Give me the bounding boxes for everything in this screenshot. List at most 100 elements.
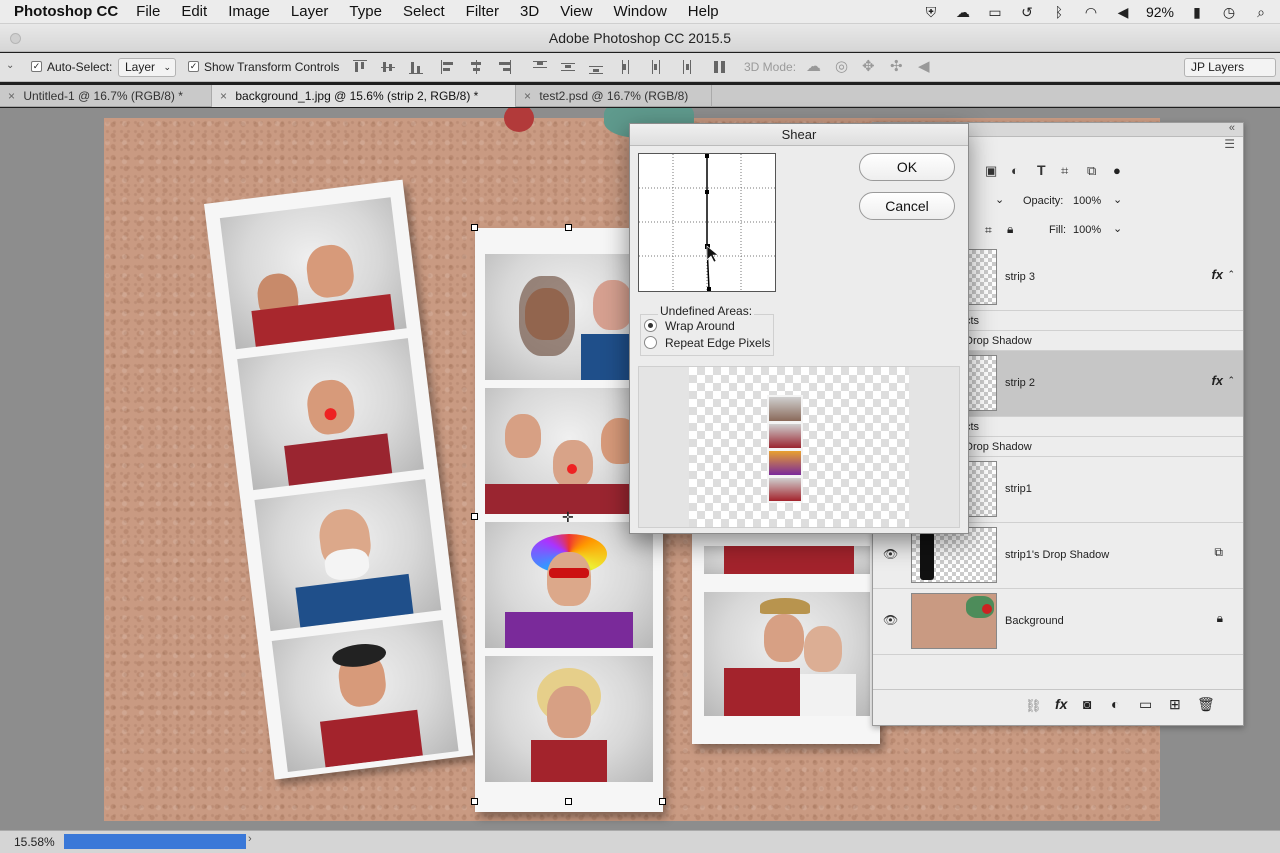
layer-row-background[interactable]: 👁︎ Background 🔒︎ [873,589,1243,655]
layer-name[interactable]: strip1's Drop Shadow [1005,549,1109,561]
fx-icon[interactable]: fx [1211,267,1223,282]
collapse-icon[interactable]: « [1229,122,1235,134]
layer-name[interactable]: strip 3 [1005,271,1035,283]
close-icon[interactable]: × [524,85,536,107]
wrap-around-label[interactable]: Wrap Around [665,319,735,333]
fx-icon[interactable]: fx [1211,373,1223,388]
workspace-switcher[interactable]: JP Layers [1184,58,1276,77]
menu-3d[interactable]: 3D [520,3,539,20]
transform-handle-br[interactable] [659,798,666,805]
app-menu[interactable]: Photoshop CC [14,3,118,20]
chevron-right-icon[interactable]: › [248,833,252,845]
align-bottom-icon[interactable] [408,59,424,75]
blend-mode-chevron-icon[interactable]: ⌄ [995,193,1004,206]
menu-image[interactable]: Image [228,3,270,20]
volume-icon[interactable]: ◀ [1114,4,1132,20]
visibility-eye-icon[interactable]: 👁︎ [883,613,898,627]
adjustment-layer-icon[interactable]: ◐ [1111,696,1119,712]
menu-window[interactable]: Window [613,3,666,20]
clock-icon[interactable]: ◷ [1220,4,1238,20]
align-hcenter-icon[interactable] [468,59,484,75]
align-right-icon[interactable] [496,59,512,75]
fill-value[interactable]: 100% [1073,224,1101,236]
zoom-level[interactable]: 15.58% [14,835,55,849]
photo-strip-1[interactable] [204,179,474,780]
auto-select-dropdown[interactable]: Layer ⌄ [118,58,176,77]
menu-filter[interactable]: Filter [466,3,499,20]
menu-help[interactable]: Help [688,3,719,20]
ok-button[interactable]: OK [859,153,955,181]
cloud-icon[interactable]: ☁ [954,4,972,20]
delete-layer-icon[interactable]: 🗑︎ [1197,696,1215,713]
new-group-icon[interactable]: ▭ [1139,696,1152,713]
shield-icon[interactable]: ⛨ [922,4,940,20]
tab-test2[interactable]: × test2.psd @ 16.7% (RGB/8) [516,85,712,107]
shear-curve-svg[interactable] [639,154,775,291]
menu-edit[interactable]: Edit [181,3,207,20]
bluetooth-icon[interactable]: ᛒ [1050,4,1068,20]
align-left-icon[interactable] [440,59,456,75]
filter-type-icon[interactable]: T [1037,162,1046,178]
distribute-bottom-icon[interactable] [588,59,604,75]
wrap-around-radio[interactable] [644,319,657,332]
new-layer-icon[interactable]: ⊞ [1169,696,1181,713]
distribute-hcenter-icon[interactable] [648,59,664,75]
layer-name[interactable]: strip 2 [1005,377,1035,389]
auto-align-icon[interactable] [712,59,728,75]
battery-icon[interactable]: ▮ [1188,4,1206,20]
chevron-up-icon[interactable]: ⌃ [1227,269,1235,280]
opacity-value[interactable]: 100% [1073,195,1101,207]
transform-center-icon[interactable]: ✛ [562,509,574,526]
fill-chevron-icon[interactable]: ⌄ [1113,222,1122,235]
3d-pan-icon[interactable]: ✥ [862,57,875,75]
3d-orbit-icon[interactable]: ☁ [806,57,821,75]
distribute-right-icon[interactable] [676,59,692,75]
3d-scale-icon[interactable]: ◀ [918,57,930,75]
panel-menu-icon[interactable]: ☰ [1224,137,1235,151]
menu-view[interactable]: View [560,3,592,20]
align-top-icon[interactable] [352,59,368,75]
align-vcenter-icon[interactable] [380,59,396,75]
link-layers-icon[interactable]: ⛓ [1025,698,1042,714]
add-mask-icon[interactable]: ◙ [1083,696,1091,712]
menu-type[interactable]: Type [349,3,382,20]
filter-smart-object-icon[interactable]: ⧉ [1087,163,1096,179]
layer-name[interactable]: strip1 [1005,483,1032,495]
transform-handle-ml[interactable] [471,513,478,520]
close-icon[interactable]: × [8,85,20,107]
add-style-icon[interactable]: fx [1055,696,1067,712]
tab-untitled-1[interactable]: × Untitled-1 @ 16.7% (RGB/8) * [0,85,212,107]
transform-handle-bl[interactable] [471,798,478,805]
wifi-icon[interactable]: ◠ [1082,4,1100,20]
repeat-edge-radio[interactable] [644,336,657,349]
lock-all-icon[interactable]: 🔒︎ [1007,222,1013,237]
layer-name[interactable]: Background [1005,615,1064,627]
opacity-chevron-icon[interactable]: ⌄ [1113,193,1122,206]
transform-handle-bm[interactable] [565,798,572,805]
show-transform-checkbox[interactable]: ✓ [188,61,199,72]
3d-roll-icon[interactable]: ◎ [835,57,848,75]
3d-slide-icon[interactable]: ✣ [890,57,903,75]
menu-layer[interactable]: Layer [291,3,329,20]
chevron-up-icon[interactable]: ⌃ [1227,375,1235,386]
cancel-button[interactable]: Cancel [859,192,955,220]
search-icon[interactable]: ⌕ [1252,4,1270,20]
tool-preset-chevron-icon[interactable]: ⌄ [6,60,14,71]
menu-file[interactable]: File [136,3,160,20]
lock-position-icon[interactable]: ⌗ [985,223,992,238]
visibility-eye-icon[interactable]: 👁︎ [883,547,898,561]
distribute-vcenter-icon[interactable] [560,59,576,75]
filter-adjustment-icon[interactable]: ◐ [1011,163,1019,178]
auto-select-checkbox[interactable]: ✓ [31,61,42,72]
distribute-top-icon[interactable] [532,59,548,75]
menu-select[interactable]: Select [403,3,445,20]
shear-curve-grid[interactable] [638,153,776,292]
filter-pixel-icon[interactable]: ▣ [985,163,997,179]
distribute-left-icon[interactable] [620,59,636,75]
airplay-icon[interactable]: ▭ [986,4,1004,20]
tab-background-1[interactable]: × background_1.jpg @ 15.6% (strip 2, RGB… [212,85,516,107]
repeat-edge-label[interactable]: Repeat Edge Pixels [665,336,770,350]
close-icon[interactable]: × [220,85,232,107]
filter-shape-icon[interactable]: ⌗ [1061,163,1068,179]
transform-handle-tl[interactable] [471,224,478,231]
